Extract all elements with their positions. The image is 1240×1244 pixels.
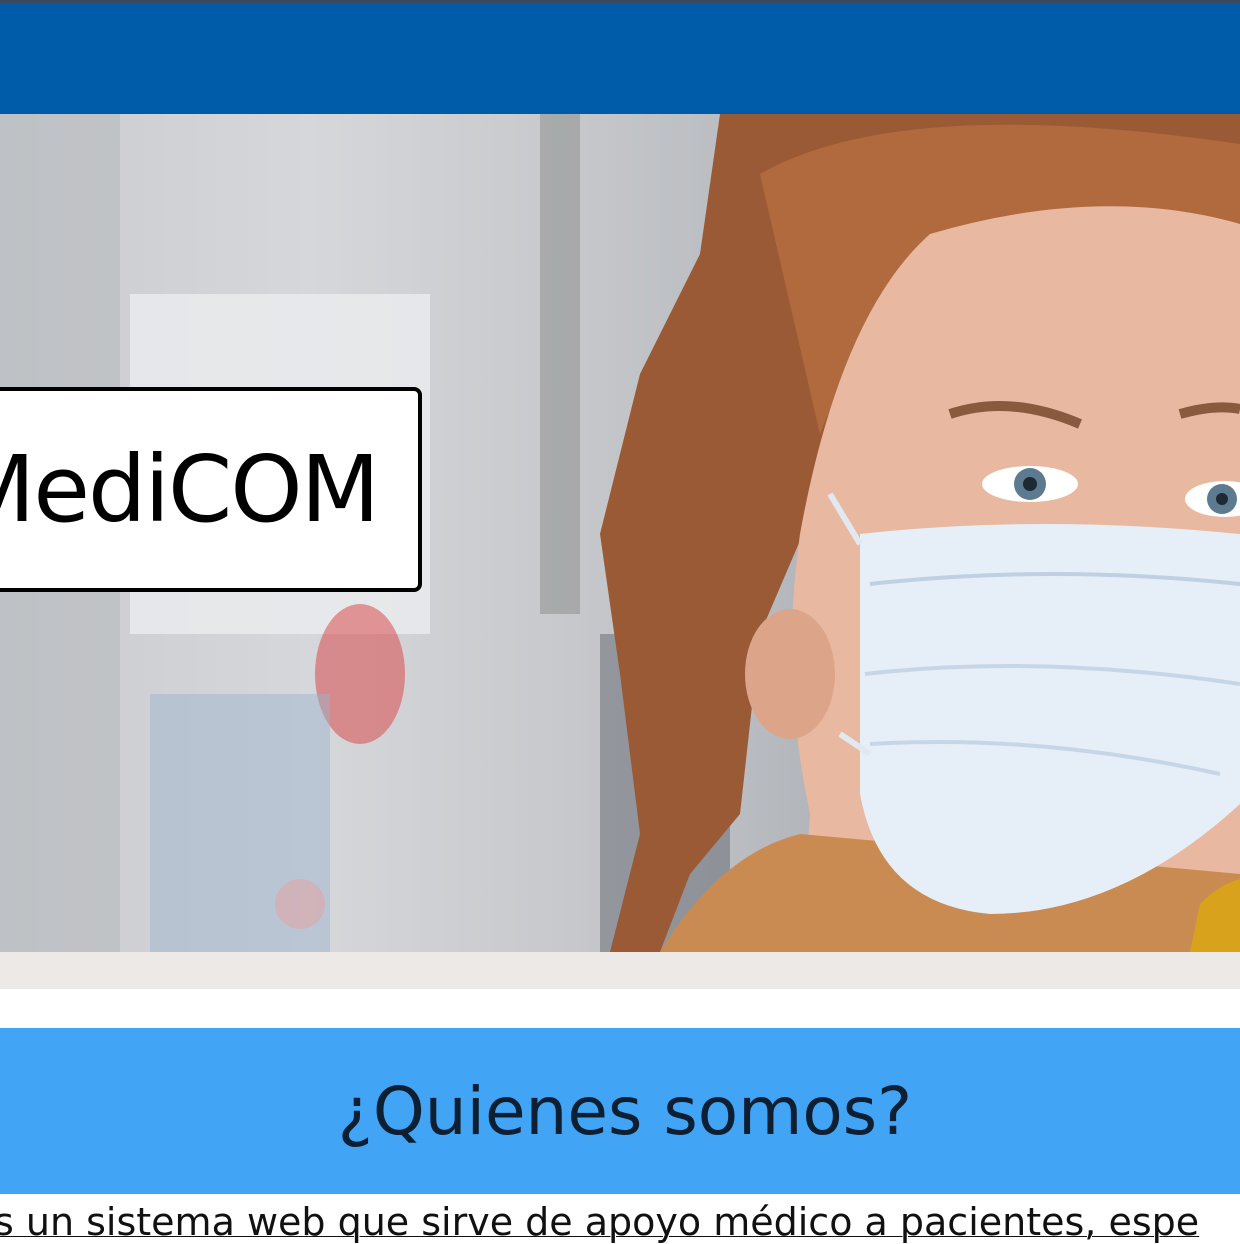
about-description: s un sistema web que sirve de apoyo médi… <box>0 1200 1200 1244</box>
brand-name: MediCOM <box>0 436 380 543</box>
hero-banner: MediCOM <box>0 114 1240 952</box>
navbar <box>0 3 1240 114</box>
brand-logo-box[interactable]: MediCOM <box>0 387 422 592</box>
hero-bottom-strip <box>0 952 1240 989</box>
about-section-banner: ¿Quienes somos? <box>0 1028 1240 1194</box>
about-title: ¿Quienes somos? <box>337 1072 913 1150</box>
